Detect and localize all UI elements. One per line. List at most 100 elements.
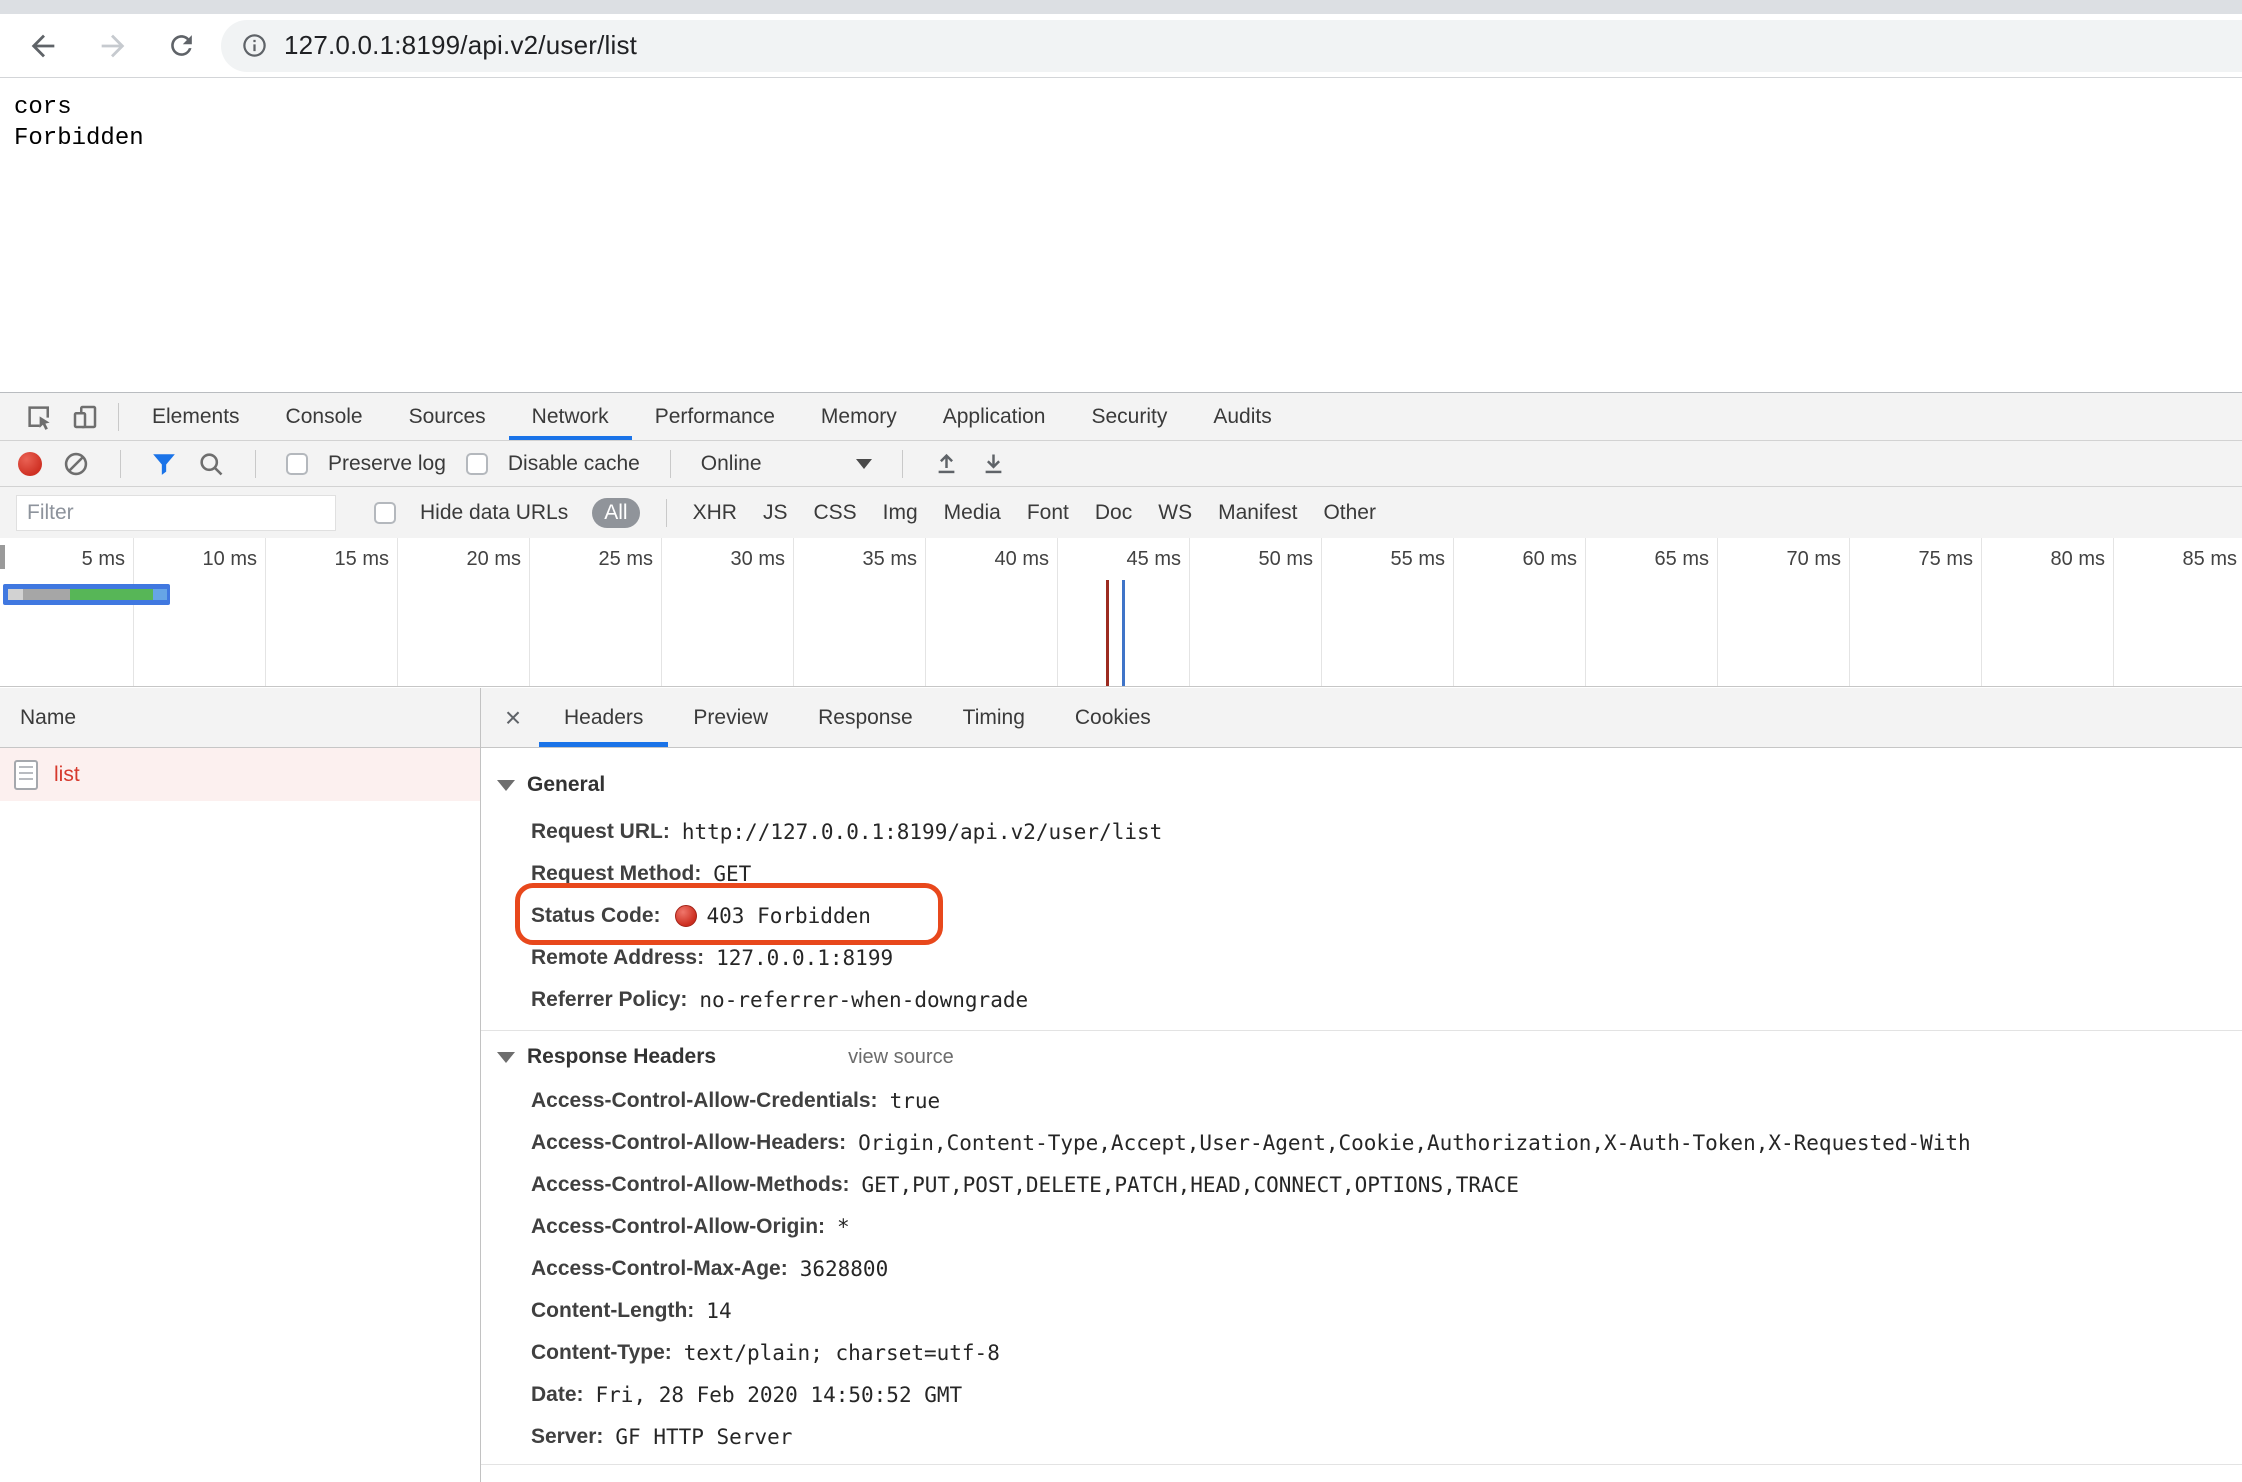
devtools-tabbar: Elements Console Sources Network Perform… [0,393,2242,441]
page-text-line: cors [14,92,2242,123]
general-section-header[interactable]: General [481,767,2242,803]
throttling-select[interactable]: Online [701,452,762,476]
header-row: Remote Address: 127.0.0.1:8199 [531,937,2242,979]
network-toolbar: Preserve log Disable cache Online [0,441,2242,487]
request-list-panel: Name list [0,688,480,1482]
url-text: 127.0.0.1:8199/api.v2/user/list [284,30,637,61]
tab-headers[interactable]: Headers [539,688,668,747]
record-button-icon[interactable] [18,452,42,476]
type-filter-font[interactable]: Font [1027,501,1069,525]
tab-timing[interactable]: Timing [938,688,1050,747]
import-har-icon[interactable] [933,450,960,477]
header-row: Access-Control-Max-Age: 3628800 [531,1248,2242,1290]
divider [118,403,119,431]
tab-sources[interactable]: Sources [386,393,509,440]
status-error-icon [675,905,697,927]
timeline-tick-label: 70 ms [1691,548,1841,571]
close-icon[interactable]: × [487,688,539,747]
timeline[interactable]: 5 ms10 ms15 ms20 ms25 ms30 ms35 ms40 ms4… [0,538,2242,687]
inspect-element-icon[interactable] [16,393,62,440]
type-filter-manifest[interactable]: Manifest [1218,501,1297,525]
type-filter-media[interactable]: Media [944,501,1001,525]
request-name: list [54,763,80,787]
section-divider [481,1464,2242,1465]
tab-elements[interactable]: Elements [129,393,263,440]
request-row-list[interactable]: list [0,748,480,801]
response-header-rows: Access-Control-Allow-Credentials: true A… [481,1080,2242,1458]
header-row: Access-Control-Allow-Headers: Origin,Con… [531,1122,2242,1164]
device-toolbar-icon[interactable] [62,393,108,440]
disable-cache-checkbox[interactable] [466,453,488,475]
timeline-tick-label: 55 ms [1295,548,1445,571]
details-tabbar: × Headers Preview Response Timing Cookie… [481,688,2242,748]
address-bar[interactable]: 127.0.0.1:8199/api.v2/user/list [221,20,2242,72]
timeline-tick-label: 35 ms [767,548,917,571]
timeline-tick-label: 60 ms [1427,548,1577,571]
type-filter-js[interactable]: JS [763,501,788,525]
export-har-icon[interactable] [980,450,1007,477]
reload-icon[interactable] [166,30,197,61]
tab-cookies[interactable]: Cookies [1050,688,1176,747]
forward-icon[interactable] [96,29,130,63]
divider [255,450,256,478]
header-row: Date: Fri, 28 Feb 2020 14:50:52 GMT [531,1374,2242,1416]
response-headers-section-header[interactable]: Response Headers view source [481,1039,2242,1075]
header-row: Access-Control-Allow-Methods: GET,PUT,PO… [531,1164,2242,1206]
type-filter-xhr[interactable]: XHR [693,501,737,525]
headers-pane: General Request URL: http://127.0.0.1:81… [481,749,2242,1482]
filter-input[interactable] [16,495,336,531]
domcontentloaded-line [1122,580,1125,686]
header-row: Request URL: http://127.0.0.1:8199/api.v… [531,811,2242,853]
type-filter-other[interactable]: Other [1323,501,1376,525]
clear-icon[interactable] [62,450,90,478]
view-source-link[interactable]: view source [848,1046,954,1069]
tab-console[interactable]: Console [263,393,386,440]
hide-data-urls-checkbox[interactable] [374,502,396,524]
preserve-log-checkbox[interactable] [286,453,308,475]
tab-preview[interactable]: Preview [668,688,793,747]
timeline-tick-label: 45 ms [1031,548,1181,571]
waterfall-bar[interactable] [3,584,170,605]
timeline-tick-label: 20 ms [371,548,521,571]
response-headers-title: Response Headers [527,1045,716,1069]
timeline-tick-label: 15 ms [239,548,389,571]
type-filter-img[interactable]: Img [883,501,918,525]
chevron-down-icon[interactable] [856,459,872,469]
search-icon[interactable] [197,450,225,478]
tab-network[interactable]: Network [509,393,632,440]
tab-application[interactable]: Application [920,393,1069,440]
filter-icon[interactable] [151,451,177,477]
waterfall-segment-stalled [8,589,23,600]
info-icon[interactable] [241,32,268,59]
page-text-line: Forbidden [14,123,2242,154]
timeline-overview-handle [0,545,5,569]
tab-performance[interactable]: Performance [632,393,798,440]
tab-memory[interactable]: Memory [798,393,920,440]
timeline-tick-label: 30 ms [635,548,785,571]
type-filter-all[interactable]: All [592,498,639,528]
waterfall-segment-download [153,589,167,600]
disable-cache-label: Disable cache [508,452,640,476]
timeline-tick-label: 50 ms [1163,548,1313,571]
header-row-status: Status Code: 403 Forbidden [531,895,2242,937]
type-filter-doc[interactable]: Doc [1095,501,1132,525]
type-filter-css[interactable]: CSS [813,501,856,525]
general-rows: Request URL: http://127.0.0.1:8199/api.v… [481,811,2242,1021]
tab-security[interactable]: Security [1068,393,1190,440]
waterfall-segment-queueing [23,589,70,600]
tab-response[interactable]: Response [793,688,938,747]
back-icon[interactable] [26,29,60,63]
name-column-label: Name [20,706,76,730]
header-row: Server: GF HTTP Server [531,1416,2242,1458]
general-section-title: General [527,773,605,797]
load-event-line [1106,580,1109,686]
timeline-tick-label: 80 ms [1955,548,2105,571]
type-filter-ws[interactable]: WS [1158,501,1192,525]
header-row: Referrer Policy: no-referrer-when-downgr… [531,979,2242,1021]
section-divider [481,1030,2242,1031]
waterfall-segment-waiting [70,589,153,600]
tab-audits[interactable]: Audits [1190,393,1294,440]
name-column-header[interactable]: Name [0,688,480,748]
timeline-tick-label: 25 ms [503,548,653,571]
browser-tab-strip [0,0,2242,14]
